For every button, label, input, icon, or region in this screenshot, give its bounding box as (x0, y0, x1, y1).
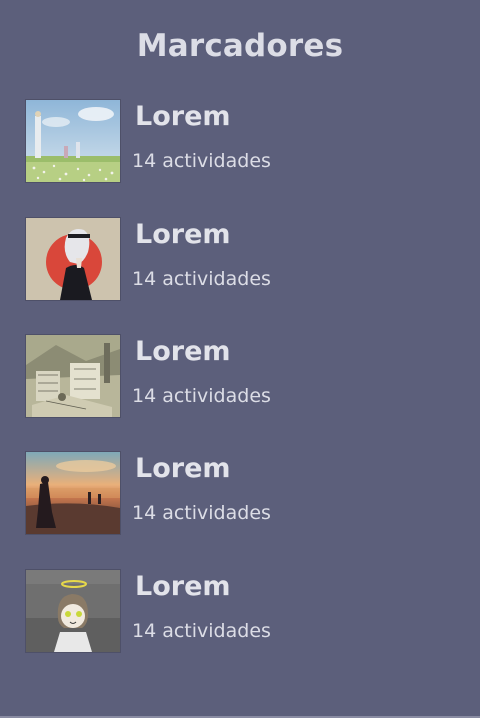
bookmark-activity-count: 14 actividades (132, 150, 271, 172)
bookmark-thumbnail (26, 100, 120, 182)
bookmark-thumbnail (26, 335, 120, 417)
bookmark-thumbnail (26, 218, 120, 300)
bookmark-activity-count: 14 actividades (132, 268, 271, 290)
sunset-beach-image (26, 452, 120, 534)
bookmark-activity-count: 14 actividades (132, 385, 271, 407)
bookmark-title: Lorem (135, 571, 231, 602)
bookmark-title: Lorem (135, 219, 231, 250)
bookmark-title: Lorem (135, 453, 231, 484)
bookmark-activity-count: 14 actividades (132, 620, 271, 642)
bookmark-item-5[interactable]: Lorem 14 actividades (26, 570, 456, 654)
field-landscape-image (26, 100, 120, 182)
ruins-sketch-image (26, 335, 120, 417)
portrait-red-sun-image (26, 218, 120, 300)
page-title: Marcadores (136, 28, 344, 64)
bookmark-item-2[interactable]: Lorem 14 actividades (26, 218, 456, 302)
bookmark-activity-count: 14 actividades (132, 502, 271, 524)
bookmark-title: Lorem (135, 101, 231, 132)
bookmark-item-4[interactable]: Lorem 14 actividades (26, 452, 456, 536)
halo-character-image (26, 570, 120, 652)
bookmark-item-3[interactable]: Lorem 14 actividades (26, 335, 456, 419)
bookmark-thumbnail (26, 570, 120, 652)
bookmark-thumbnail (26, 452, 120, 534)
bookmark-title: Lorem (135, 336, 231, 367)
bookmark-item-1[interactable]: Lorem 14 actividades (26, 100, 456, 184)
